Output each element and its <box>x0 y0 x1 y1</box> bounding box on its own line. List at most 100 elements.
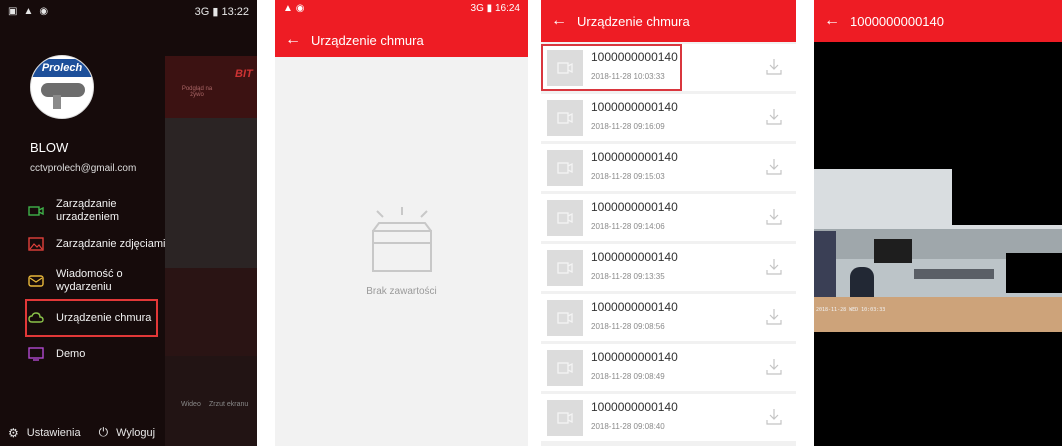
recording-name: 1000000000140 <box>591 400 678 414</box>
download-icon[interactable] <box>766 308 782 326</box>
monitor-shape <box>874 239 912 263</box>
screenshot-collage: BIT Podgląd na żywo Wideo Zrzut ekranu ▣… <box>0 0 1062 446</box>
video-icon <box>557 162 573 174</box>
battery-icon: ▮ <box>486 3 493 14</box>
cloud-empty-screen: ▲ ◉ 3G ▮ 16:24 ← Urządzenie chmura Brak … <box>275 0 528 446</box>
download-icon[interactable] <box>766 358 782 376</box>
menu-item-device-management[interactable]: Zarządzanie urzadzeniem <box>28 198 168 224</box>
recording-name: 1000000000140 <box>591 100 678 114</box>
video-timestamp-overlay: 2018-11-28 WED 10:03:33 <box>816 307 886 313</box>
recording-item[interactable]: 1000000000140 2018-11-28 09:08:49 <box>541 344 796 391</box>
background-brand: BIT <box>235 68 253 80</box>
status-time: 16:24 <box>494 3 520 14</box>
recording-date: 2018-11-28 09:08:56 <box>591 322 665 331</box>
video-thumbnail <box>547 300 583 336</box>
status-bar: ▣ ▲ ◉ 3G ▮ 13:22 <box>0 0 257 22</box>
menu-item-photo-management[interactable]: Zarządzanie zdjęciami <box>28 237 168 251</box>
recording-item[interactable]: 1000000000140 2018-11-28 09:16:09 <box>541 94 796 141</box>
selected-item-highlight <box>541 44 682 91</box>
cloud-device-highlight <box>25 299 158 337</box>
recording-item[interactable]: 1000000000140 2018-11-28 09:13:35 <box>541 244 796 291</box>
avatar[interactable]: Prolech <box>30 55 94 119</box>
download-icon[interactable] <box>766 208 782 226</box>
video-thumbnail <box>547 150 583 186</box>
status-time: 13:22 <box>221 5 249 18</box>
header-bar: ← 1000000000140 <box>814 0 1062 42</box>
page-title: Urządzenie chmura <box>577 13 690 29</box>
video-icon <box>557 112 573 124</box>
demo-icon <box>28 347 44 361</box>
video-icon <box>557 262 573 274</box>
logout-link[interactable]: Wyloguj <box>116 427 155 439</box>
drawer-screen: BIT Podgląd na żywo Wideo Zrzut ekranu ▣… <box>0 0 257 446</box>
alert-icon: ▲ <box>23 6 34 17</box>
page-title: Urządzenie chmura <box>311 32 424 48</box>
user-email: cctvprolech@gmail.com <box>30 163 137 174</box>
recording-name: 1000000000140 <box>591 250 678 264</box>
video-thumbnail <box>547 350 583 386</box>
recording-name: 1000000000140 <box>591 350 678 364</box>
download-icon[interactable] <box>766 108 782 126</box>
download-icon[interactable] <box>766 408 782 426</box>
recording-date: 2018-11-28 09:13:35 <box>591 272 665 281</box>
battery-icon: ▮ <box>212 5 219 18</box>
menu-item-event-message[interactable]: Wiadomość o wydarzeniu <box>28 268 168 294</box>
header-bar: ▲ ◉ 3G ▮ 16:24 ← Urządzenie chmura <box>275 0 528 57</box>
camera-icon <box>28 206 44 216</box>
recording-item[interactable]: 1000000000140 2018-11-28 09:15:03 <box>541 144 796 191</box>
video-icon <box>557 412 573 424</box>
settings-icon: ⚙ <box>8 425 19 440</box>
username: BLOW <box>30 140 69 155</box>
video-player-screen: ← 1000000000140 2018-11-28 WED 10:03:33 <box>814 0 1062 446</box>
menu-label: Zarządzanie urzadzeniem <box>56 198 119 223</box>
recording-item[interactable]: 1000000000140 2018-11-28 09:08:40 <box>541 394 796 441</box>
download-icon[interactable] <box>766 58 782 76</box>
menu-label: Demo <box>56 347 86 360</box>
recording-date: 2018-11-28 09:08:49 <box>591 372 665 381</box>
back-arrow-icon[interactable]: ← <box>285 32 301 48</box>
video-thumbnail <box>547 200 583 236</box>
video-thumbnail <box>547 400 583 436</box>
recording-name: 1000000000140 <box>591 300 678 314</box>
desk-shape <box>814 297 1062 332</box>
menu-label: Wiadomość o wydarzeniu <box>56 268 123 293</box>
video-thumbnail <box>547 250 583 286</box>
video-icon <box>557 312 573 324</box>
back-arrow-icon[interactable]: ← <box>551 13 567 29</box>
status-bar: ▲ ◉ 3G ▮ 16:24 <box>283 3 520 19</box>
recording-item[interactable]: 1000000000140 2018-11-28 09:14:06 <box>541 194 796 241</box>
app-icon: ◉ <box>295 3 305 14</box>
power-icon: ⏻ <box>98 425 109 439</box>
alert-icon: ▲ <box>283 3 293 14</box>
recording-name: 1000000000140 <box>591 150 678 164</box>
recording-item[interactable]: 1000000000140 2018-11-28 10:03:33 <box>541 44 796 91</box>
header-bar: ← Urządzenie chmura <box>541 0 796 42</box>
recording-item[interactable]: 1000000000140 2018-11-28 09:08:56 <box>541 294 796 341</box>
recording-name: 1000000000140 <box>591 200 678 214</box>
background-tab: Podgląd na żywo <box>181 86 213 98</box>
video-icon <box>557 212 573 224</box>
person-shape <box>814 231 836 301</box>
page-title: 1000000000140 <box>850 13 944 29</box>
empty-state-label: Brak zawartości <box>366 286 437 297</box>
back-arrow-icon[interactable]: ← <box>824 13 840 29</box>
recording-date: 2018-11-28 09:14:06 <box>591 222 665 231</box>
download-icon[interactable] <box>766 258 782 276</box>
image-icon <box>28 237 44 251</box>
message-icon <box>28 275 44 287</box>
menu-label: Zarządzanie zdjęciami <box>56 237 166 250</box>
empty-box-icon <box>372 207 432 272</box>
video-icon <box>557 362 573 374</box>
settings-link[interactable]: Ustawienia <box>27 427 81 439</box>
background-snapshot-label: Zrzut ekranu <box>209 401 249 408</box>
download-icon[interactable] <box>766 158 782 176</box>
recording-date: 2018-11-28 09:08:40 <box>591 422 665 431</box>
notification-icon: ▣ <box>8 6 18 17</box>
background-app: BIT Podgląd na żywo Wideo Zrzut ekranu <box>165 56 257 446</box>
video-frame[interactable]: 2018-11-28 WED 10:03:33 <box>814 169 1062 332</box>
recording-date: 2018-11-28 09:16:09 <box>591 122 665 131</box>
app-icon: ◉ <box>39 6 49 17</box>
black-privacy-region <box>952 169 1062 225</box>
cloud-list-screen: ← Urządzenie chmura 1000000000140 2018-1… <box>541 0 796 446</box>
menu-item-demo[interactable]: Demo <box>28 347 168 361</box>
